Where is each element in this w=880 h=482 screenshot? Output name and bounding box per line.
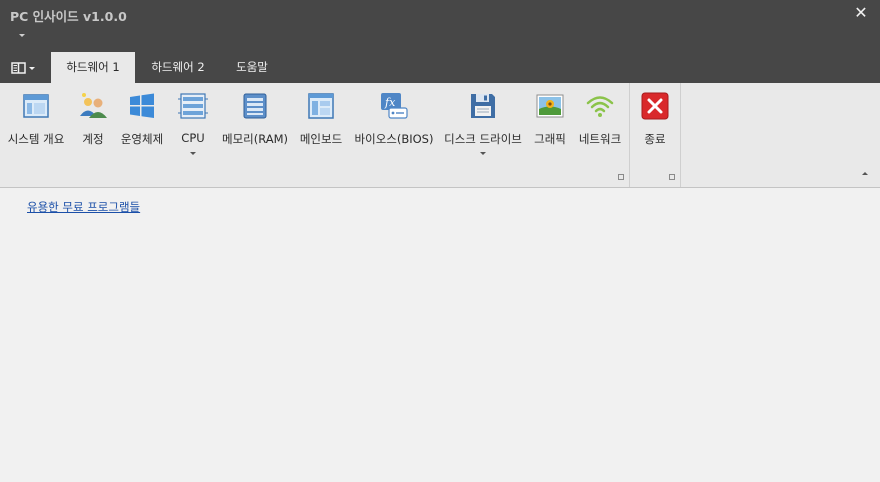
bios-label: 바이오스(BIOS) bbox=[354, 132, 434, 146]
mainboard-button[interactable]: 메인보드 bbox=[298, 83, 344, 167]
account-button[interactable]: 계정 bbox=[70, 83, 116, 167]
group-separator bbox=[629, 83, 630, 187]
system-overview-button[interactable]: 시스템 개요 bbox=[4, 83, 68, 167]
disk-drive-button[interactable]: 디스크 드라이브 bbox=[440, 83, 526, 167]
system-overview-label: 시스템 개요 bbox=[7, 132, 65, 146]
group-separator bbox=[680, 83, 681, 187]
network-button[interactable]: 네트워크 bbox=[576, 83, 624, 167]
cpu-label: CPU bbox=[181, 131, 205, 145]
floppy-disk-icon bbox=[471, 94, 495, 118]
users-icon bbox=[80, 93, 107, 118]
disk-drive-label: 디스크 드라이브 bbox=[444, 132, 522, 146]
svg-text:fx: fx bbox=[384, 96, 396, 109]
memory-button[interactable]: 메모리(RAM) bbox=[220, 83, 290, 167]
windows-logo-icon bbox=[130, 93, 154, 118]
memory-label: 메모리(RAM) bbox=[221, 132, 289, 146]
collapse-ribbon-icon[interactable] bbox=[862, 172, 868, 175]
exit-group-launcher[interactable] bbox=[669, 174, 675, 180]
graphics-button[interactable]: 그래픽 bbox=[530, 83, 570, 167]
operating-system-label: 운영체제 bbox=[120, 132, 164, 146]
book-icon bbox=[11, 62, 35, 74]
title-bar: PC 인사이드 v1.0.0 ✕ bbox=[0, 0, 880, 51]
exit-x-icon bbox=[641, 92, 669, 120]
useful-free-programs-link[interactable]: 유용한 무료 프로그램들 bbox=[27, 199, 140, 215]
tab-hardware-2[interactable]: 하드웨어 2 bbox=[140, 52, 216, 83]
operating-system-button[interactable]: 운영체제 bbox=[118, 83, 166, 167]
exit-button[interactable]: 종료 bbox=[634, 83, 676, 167]
tab-help[interactable]: 도움말 bbox=[224, 52, 280, 83]
disk-drive-dropdown-icon bbox=[480, 152, 486, 155]
tab-hardware-1[interactable]: 하드웨어 1 bbox=[51, 52, 135, 83]
cpu-dropdown-icon bbox=[190, 152, 196, 155]
mainboard-label: 메인보드 bbox=[299, 132, 343, 146]
quick-access-dropdown-icon[interactable] bbox=[19, 34, 25, 37]
app-title: PC 인사이드 v1.0.0 bbox=[10, 9, 127, 24]
cpu-chip-icon bbox=[178, 93, 208, 119]
content-area: 유용한 무료 프로그램들 bbox=[0, 189, 880, 482]
window-icon bbox=[23, 94, 49, 118]
tab-bar: 하드웨어 1 하드웨어 2 도움말 bbox=[0, 51, 880, 83]
network-label: 네트워크 bbox=[578, 132, 622, 146]
hardware-group-launcher[interactable] bbox=[618, 174, 624, 180]
graphics-label: 그래픽 bbox=[534, 132, 566, 146]
account-label: 계정 bbox=[82, 132, 104, 146]
bios-function-icon: fx bbox=[381, 93, 408, 119]
mainboard-icon bbox=[308, 93, 334, 119]
exit-label: 종료 bbox=[644, 132, 666, 146]
cpu-button[interactable]: CPU bbox=[170, 83, 216, 167]
close-button[interactable]: ✕ bbox=[850, 2, 872, 24]
bios-button[interactable]: fx 바이오스(BIOS) bbox=[352, 83, 436, 167]
ribbon: 시스템 개요 계정 운영체제 CPU 메모리(RAM) 메인보드 fx 바이오스… bbox=[0, 83, 880, 188]
app-menu-button[interactable] bbox=[8, 59, 40, 77]
wifi-icon bbox=[586, 96, 614, 117]
memory-icon bbox=[243, 93, 267, 119]
picture-icon bbox=[536, 94, 564, 118]
